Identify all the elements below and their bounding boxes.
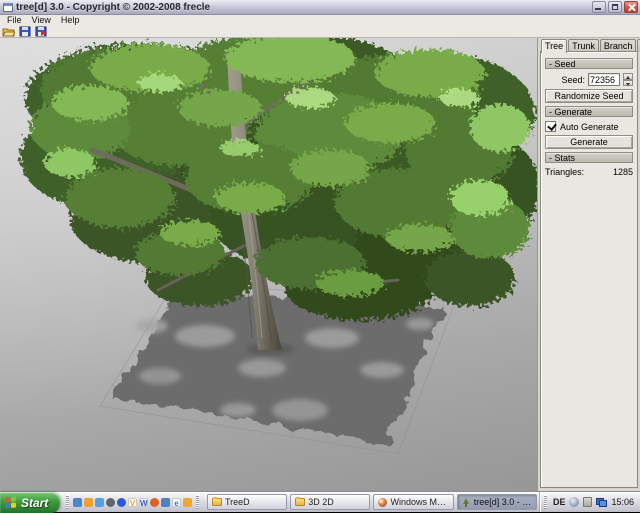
task-3d2d-folder[interactable]: 3D 2D: [290, 494, 370, 510]
start-button[interactable]: Start: [0, 492, 60, 513]
seed-group-header[interactable]: - Seed: [545, 58, 633, 69]
close-icon: [627, 3, 636, 12]
menu-file[interactable]: File: [2, 15, 27, 25]
generate-button[interactable]: Generate: [545, 135, 633, 149]
task-media-player[interactable]: Windows Media Player: [373, 494, 453, 510]
taskbar-clock[interactable]: 15:06: [611, 497, 634, 507]
restore-button[interactable]: [608, 1, 622, 13]
open-button[interactable]: [2, 26, 15, 37]
folder-icon: [295, 498, 305, 506]
auto-generate-checkbox[interactable]: [545, 121, 556, 132]
system-tray: DE 15:06: [539, 492, 640, 512]
quicklaunch-winamp-icon[interactable]: V: [128, 498, 137, 507]
quicklaunch-opera-icon[interactable]: [117, 498, 126, 507]
menu-help[interactable]: Help: [56, 15, 85, 25]
folder-icon: [212, 498, 222, 506]
menu-view[interactable]: View: [27, 15, 56, 25]
quicklaunch-media-icon[interactable]: [106, 498, 115, 507]
generate-group-header[interactable]: - Generate: [545, 106, 633, 117]
close-button[interactable]: [624, 1, 638, 13]
tasks-handle[interactable]: [196, 495, 199, 509]
treed-app-icon: [462, 498, 471, 507]
settings-panel: Tree Trunk Branch Leaf - Seed Seed: Rand…: [537, 38, 640, 491]
quicklaunch-messenger-icon[interactable]: [95, 498, 104, 507]
taskbar: Start V W e TreeD 3D 2D Windows Media Pl…: [0, 491, 640, 512]
randomize-seed-button[interactable]: Randomize Seed: [545, 89, 633, 103]
save-floppy-icon: [19, 26, 31, 37]
tree-tab-page: - Seed Seed: Randomize Seed - Generate A…: [540, 51, 638, 488]
save-button[interactable]: [18, 26, 31, 37]
quicklaunch-browser-icon[interactable]: [73, 498, 82, 507]
window-title: tree[d] 3.0 - Copyright © 2002-2008 frec…: [16, 2, 590, 13]
auto-generate-label[interactable]: Auto Generate: [560, 122, 619, 132]
task-buttons: TreeD 3D 2D Windows Media Player tree[d]…: [205, 492, 539, 512]
quicklaunch-arrows-icon[interactable]: [183, 498, 192, 507]
toolbar: [0, 25, 640, 38]
3d-viewport[interactable]: [0, 38, 537, 491]
seed-label: Seed:: [561, 75, 585, 85]
export-floppy-icon: [35, 26, 47, 37]
task-treed-folder[interactable]: TreeD: [207, 494, 287, 510]
tray-device-icon[interactable]: [583, 497, 592, 507]
minimize-button[interactable]: [592, 1, 606, 13]
triangles-label: Triangles:: [545, 167, 584, 177]
quicklaunch-handle[interactable]: [66, 495, 69, 509]
export-button[interactable]: [34, 26, 47, 37]
task-treed-app[interactable]: tree[d] 3.0 - Copyrig...: [457, 494, 537, 510]
windows-flag-icon: [5, 496, 17, 509]
media-player-icon: [378, 498, 387, 507]
tray-handle[interactable]: [544, 495, 547, 509]
spinner-down-icon[interactable]: [623, 80, 633, 87]
app-icon: [3, 3, 13, 12]
minimize-icon: [595, 8, 601, 10]
app-window: tree[d] 3.0 - Copyright © 2002-2008 frec…: [0, 0, 640, 491]
tray-cd-icon[interactable]: [569, 497, 579, 507]
seed-spinner[interactable]: [623, 73, 633, 86]
seed-input[interactable]: [588, 73, 620, 86]
tab-tree[interactable]: Tree: [541, 39, 567, 53]
quicklaunch-word-icon[interactable]: W: [139, 498, 148, 507]
start-label: Start: [21, 496, 48, 510]
quicklaunch-app-icon[interactable]: [84, 498, 93, 507]
restore-icon: [612, 4, 618, 10]
quicklaunch-firefox-icon[interactable]: [150, 498, 159, 507]
tree-render: [0, 38, 537, 491]
quicklaunch-notes-icon[interactable]: [161, 498, 170, 507]
titlebar[interactable]: tree[d] 3.0 - Copyright © 2002-2008 frec…: [0, 0, 640, 15]
network-icon[interactable]: [596, 498, 607, 507]
menubar: File View Help: [0, 15, 640, 25]
open-folder-icon: [2, 26, 15, 37]
quick-launch: V W e: [60, 492, 205, 512]
triangles-value: 1285: [613, 167, 633, 177]
language-indicator[interactable]: DE: [553, 497, 566, 507]
stats-group-header[interactable]: - Stats: [545, 152, 633, 163]
quicklaunch-ie-icon[interactable]: e: [172, 498, 181, 507]
